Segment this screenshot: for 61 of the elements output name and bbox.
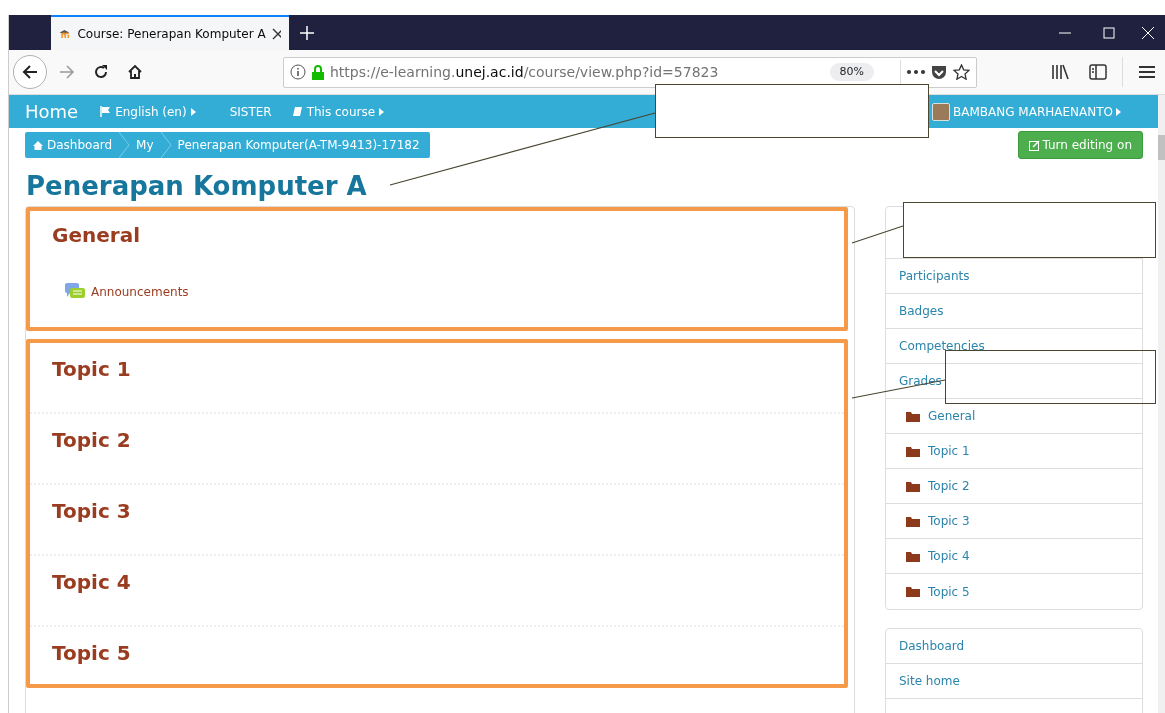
- activity-link[interactable]: Announcements: [65, 283, 822, 302]
- caret-icon: [1116, 107, 1121, 116]
- sidebar-item[interactable]: Participants: [886, 259, 1142, 295]
- sidebar-item[interactable]: General: [886, 399, 1142, 435]
- tab-title: Course: Penerapan Komputer A: [77, 25, 266, 43]
- section-title: Topic 3: [52, 499, 132, 524]
- url-text: https://e-learning.unej.ac.id/course/view.php?id=57823: [330, 62, 719, 82]
- browser-tab[interactable]: Course: Penerapan Komputer A: [51, 15, 289, 50]
- sidebar-item[interactable]: Site home: [886, 664, 1142, 700]
- info-icon: [290, 64, 306, 80]
- sidebar-item[interactable]: Topic 5: [886, 574, 1142, 610]
- back-button[interactable]: [13, 55, 47, 89]
- home-icon: [33, 140, 43, 150]
- user-menu[interactable]: BAMBANG MARHAENANTO: [932, 102, 1121, 121]
- sidebar-item[interactable]: Competencies: [886, 329, 1142, 365]
- section-title: Topic 2: [52, 428, 132, 453]
- sidebar-item[interactable]: Dashboard: [886, 629, 1142, 665]
- plus-icon: [300, 25, 314, 40]
- folder-icon: [906, 586, 920, 598]
- folder-icon: [906, 550, 920, 562]
- back-arrow-icon: [22, 64, 38, 80]
- nav-dropdown[interactable]: This course: [291, 102, 385, 121]
- mortarboard-icon: [59, 27, 72, 40]
- more-icon[interactable]: [907, 70, 925, 74]
- scrollbar-thumb[interactable]: [1158, 135, 1165, 160]
- book-icon: [291, 106, 303, 117]
- nav-dropdown[interactable]: English (en): [100, 102, 196, 121]
- breadcrumb-link[interactable]: Penerapan Komputer(A-TM-9413)-17182: [177, 136, 420, 154]
- breadcrumb-link[interactable]: Dashboard: [33, 136, 113, 154]
- sidebar-item[interactable]: Topic 3: [886, 504, 1142, 540]
- scrollbar[interactable]: [1158, 95, 1165, 713]
- course-title: Penerapan Komputer A: [26, 171, 368, 203]
- section-title: Topic 4: [52, 570, 132, 595]
- sidebar-item[interactable]: Topic 2: [886, 469, 1142, 505]
- padlock-icon: [312, 64, 324, 80]
- folder-icon: [906, 445, 920, 457]
- folder-icon: [906, 410, 920, 422]
- turn-editing-on-button[interactable]: Turn editing on: [1018, 131, 1143, 159]
- sidebar-item[interactable]: Badges: [886, 294, 1142, 330]
- folder-icon: [906, 480, 920, 492]
- pocket-icon[interactable]: [931, 64, 947, 80]
- section-title: Topic 5: [52, 641, 132, 666]
- section-title: Topic 1: [52, 357, 132, 382]
- star-icon[interactable]: [953, 64, 970, 80]
- folder-icon: [906, 515, 920, 527]
- leader-line: [851, 225, 904, 244]
- flag-icon: [100, 106, 112, 117]
- chevron-separator-icon: [159, 132, 172, 158]
- close-icon[interactable]: [271, 27, 281, 40]
- sidebar-item[interactable]: Topic 1: [886, 434, 1142, 470]
- zoom-level[interactable]: 80%: [829, 62, 874, 82]
- address-bar[interactable]: https://e-learning.unej.ac.id/course/view.php?id=57823 80%: [283, 56, 977, 88]
- section-title: General: [52, 223, 141, 248]
- avatar-placeholder: [932, 102, 950, 121]
- home-link[interactable]: Home: [25, 98, 79, 125]
- nav-link[interactable]: SISTER: [229, 102, 272, 121]
- breadcrumb-link[interactable]: My: [136, 136, 154, 154]
- sidebar-item[interactable]: Topic 4: [886, 539, 1142, 575]
- edit-icon: [1029, 140, 1041, 151]
- sidebar-item[interactable]: Grades: [886, 364, 1142, 400]
- chevron-separator-icon: [118, 132, 131, 158]
